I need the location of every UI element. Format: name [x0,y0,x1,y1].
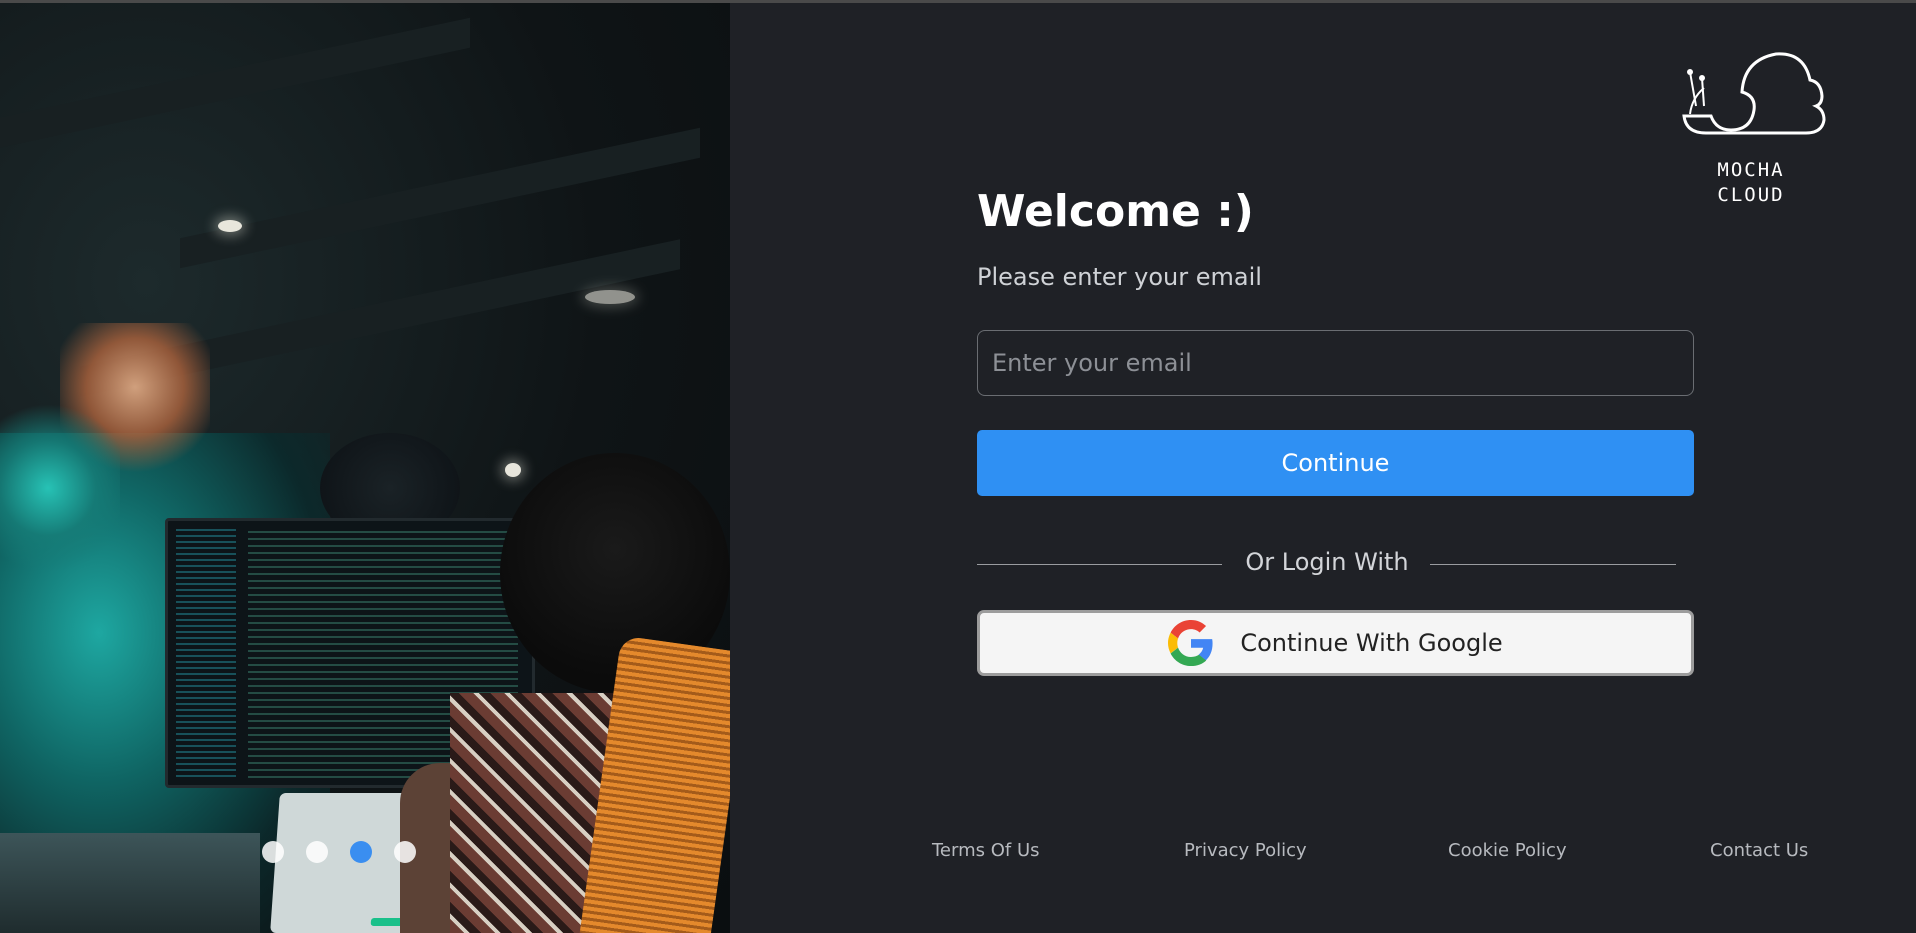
desk [0,833,260,933]
google-button-label: Continue With Google [1240,629,1503,657]
continue-button[interactable]: Continue [977,430,1694,496]
logo: MOCHA CLOUD [1676,48,1826,208]
cookie-policy-link[interactable]: Cookie Policy [1448,840,1567,861]
logo-text-line1: MOCHA [1717,159,1785,181]
ceiling-light [585,290,635,304]
divider-line-left [977,564,1222,565]
divider-label: Or Login With [1245,548,1409,576]
terms-link[interactable]: Terms Of Us [932,840,1040,861]
carousel-dot[interactable] [262,841,284,863]
google-login-button[interactable]: Continue With Google [977,610,1694,676]
contact-us-link[interactable]: Contact Us [1710,840,1808,861]
carousel-dot-active[interactable] [350,841,372,863]
carousel-dot[interactable] [306,841,328,863]
google-icon [1168,620,1213,666]
privacy-policy-link[interactable]: Privacy Policy [1184,840,1307,861]
carousel-dots [262,841,416,863]
page-subtitle: Please enter your email [977,263,1262,291]
ceiling-light [505,463,521,477]
monitor-sidebar [176,529,236,779]
divider-line-right [1430,564,1676,565]
hero-image [0,3,730,933]
ceiling-beam [0,17,470,159]
email-input[interactable] [977,330,1694,396]
snail-cloud-logo-icon [1682,52,1826,135]
ceiling-beam [180,127,700,269]
page-title: Welcome :) [977,186,1254,237]
ceiling-light [218,220,242,232]
plant [0,393,120,583]
carousel-dot[interactable] [394,841,416,863]
logo-text-line2: CLOUD [1717,184,1785,206]
